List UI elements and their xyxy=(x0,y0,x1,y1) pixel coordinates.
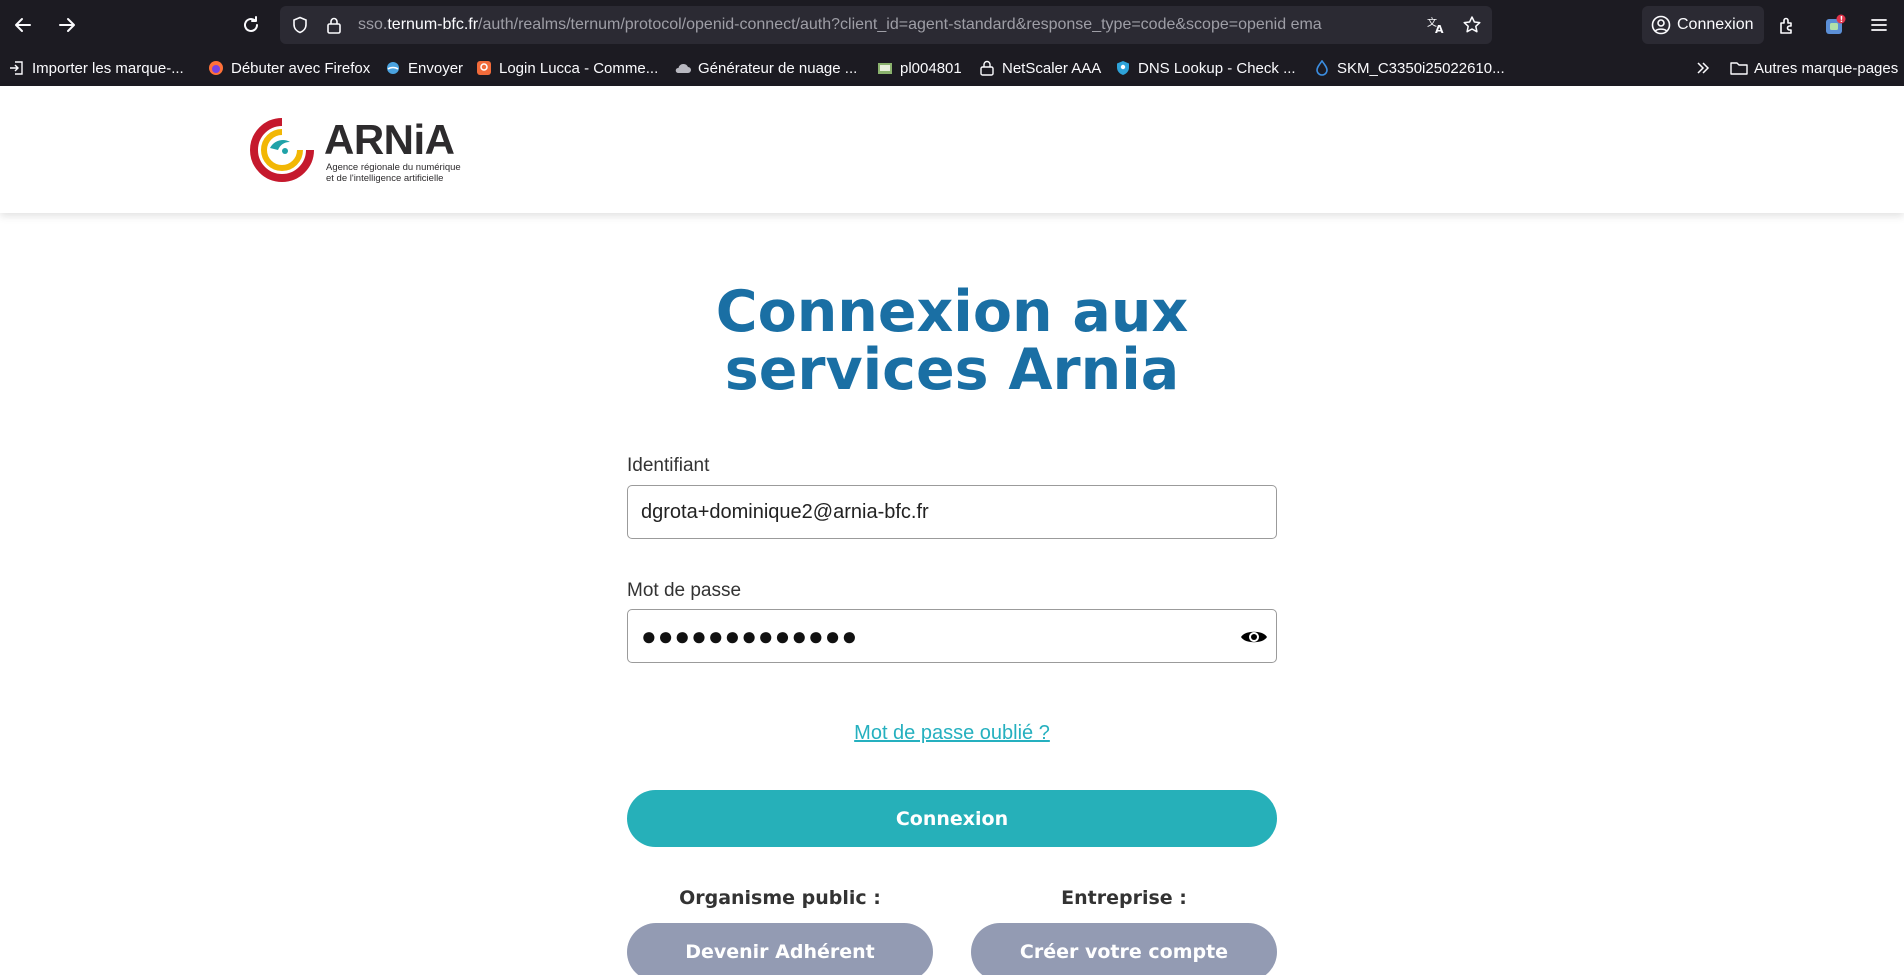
logo-tagline: Agence régionale du numérique et de l'in… xyxy=(326,162,466,184)
bookmark-label: DNS Lookup - Check ... xyxy=(1138,59,1296,77)
bookmark-label: Générateur de nuage ... xyxy=(698,59,858,77)
logo-wordmark: ARNiA xyxy=(324,116,455,163)
hamburger-menu-icon xyxy=(1871,19,1887,31)
create-account-button[interactable]: Créer votre compte xyxy=(971,923,1277,975)
chevron-double-right-icon xyxy=(1694,59,1712,77)
password-label: Mot de passe xyxy=(627,580,742,601)
account-button[interactable]: Connexion xyxy=(1642,6,1764,44)
lucca-icon xyxy=(475,59,493,77)
bookmark-lucca[interactable]: Login Lucca - Comme... xyxy=(475,57,658,79)
bookmark-netscaler[interactable]: NetScaler AAA xyxy=(978,57,1101,79)
translate-icon[interactable]: 文A xyxy=(1424,13,1448,37)
bookmarks-overflow-button[interactable] xyxy=(1694,57,1718,79)
bookmark-label: Débuter avec Firefox xyxy=(231,59,371,77)
bookmark-envoyer[interactable]: Envoyer xyxy=(384,57,463,79)
svg-text:!: ! xyxy=(1840,15,1844,24)
reload-icon xyxy=(244,16,258,32)
drop-icon xyxy=(1313,59,1331,77)
cloud-icon xyxy=(674,59,692,77)
bookmark-nuage[interactable]: Générateur de nuage ... xyxy=(674,57,857,79)
other-bookmarks-folder[interactable]: Autres marque-pages xyxy=(1730,57,1898,79)
login-button[interactable]: Connexion xyxy=(627,790,1277,847)
public-organization-label: Organisme public : xyxy=(679,887,881,909)
account-label: Connexion xyxy=(1677,16,1754,33)
folder-icon xyxy=(1730,59,1748,77)
company-label: Entreprise : xyxy=(1061,887,1187,909)
bookmark-star-icon[interactable] xyxy=(1460,13,1484,37)
lock-icon[interactable] xyxy=(322,13,346,37)
logo-tagline-line2: et de l'intelligence artificielle xyxy=(326,173,444,184)
logo-tagline-line1: Agence régionale du numérique xyxy=(326,162,461,173)
envoyer-icon xyxy=(384,59,402,77)
back-button[interactable] xyxy=(6,8,40,42)
puzzle-icon xyxy=(1780,17,1792,34)
extensions-button[interactable] xyxy=(1770,8,1804,42)
url-path: /auth/realms/ternum/protocol/openid-conn… xyxy=(478,16,1322,33)
bookmark-label: NetScaler AAA xyxy=(1002,59,1102,77)
arnia-logo[interactable]: ARNiA Agence régionale du numérique et d… xyxy=(250,116,461,186)
bookmarks-toolbar: Importer les marque-... Débuter avec Fir… xyxy=(0,50,1904,86)
arnia-logo-mark xyxy=(250,118,314,182)
browser-toolbar: sso.ternum-bfc.fr/auth/realms/ternum/pro… xyxy=(0,0,1904,50)
reload-button[interactable] xyxy=(234,8,268,42)
tracking-shield-icon[interactable] xyxy=(288,13,312,37)
bookmark-label: pl004801 xyxy=(900,59,962,77)
bookmark-firefox[interactable]: Débuter avec Firefox xyxy=(207,57,370,79)
site-header: ARNiA Agence régionale du numérique et d… xyxy=(0,86,1904,213)
menu-button[interactable] xyxy=(1862,8,1896,42)
show-password-eye-icon[interactable] xyxy=(1240,627,1268,647)
url-prefix: sso. xyxy=(358,16,388,33)
username-label: Identifiant xyxy=(627,455,710,476)
username-field[interactable]: dgrota+dominique2@arnia-bfc.fr xyxy=(627,485,1277,539)
bookmark-pl004801[interactable]: pl004801 xyxy=(876,57,962,79)
netscaler-lock-icon xyxy=(978,59,996,77)
other-bookmarks-label: Autres marque-pages xyxy=(1754,59,1899,77)
page-title-line2: services Arnia xyxy=(724,337,1180,403)
bookmark-dns-lookup[interactable]: DNS Lookup - Check ... xyxy=(1114,57,1296,79)
username-value: dgrota+dominique2@arnia-bfc.fr xyxy=(641,501,929,523)
bookmark-label: Envoyer xyxy=(408,59,464,77)
dns-shield-icon xyxy=(1114,59,1132,77)
url-text[interactable]: sso.ternum-bfc.fr/auth/realms/ternum/pro… xyxy=(358,16,1416,36)
bookmark-label: SKM_C3350i25022610... xyxy=(1337,59,1505,77)
bookmark-label: Importer les marque-... xyxy=(32,59,184,77)
address-bar[interactable]: sso.ternum-bfc.fr/auth/realms/ternum/pro… xyxy=(280,6,1492,44)
arrow-right-icon xyxy=(59,18,75,32)
become-member-button[interactable]: Devenir Adhérent xyxy=(627,923,933,975)
bookmark-import[interactable]: Importer les marque-... xyxy=(8,57,184,79)
svg-text:A: A xyxy=(1435,23,1444,35)
firefox-icon xyxy=(207,59,225,77)
page-title-line1: Connexion aux xyxy=(715,279,1189,345)
password-field[interactable]: ●●●●●●●●●●●●● xyxy=(627,609,1277,663)
printer-icon xyxy=(876,59,894,77)
arrow-left-icon xyxy=(15,18,31,32)
extension-alert-icon: ! xyxy=(1826,14,1846,34)
forgot-password-link[interactable]: Mot de passe oublié ? xyxy=(627,722,1277,745)
password-value: ●●●●●●●●●●●●● xyxy=(641,621,859,651)
bookmark-skm[interactable]: SKM_C3350i25022610... xyxy=(1313,57,1505,79)
extension-alert-button[interactable]: ! xyxy=(1818,8,1852,42)
forward-button[interactable] xyxy=(50,8,84,42)
import-icon xyxy=(8,59,26,77)
page-title: Connexion aux services Arnia xyxy=(650,283,1254,399)
url-domain: ternum-bfc.fr xyxy=(387,16,479,33)
account-icon xyxy=(1651,15,1671,35)
bookmark-label: Login Lucca - Comme... xyxy=(499,59,659,77)
